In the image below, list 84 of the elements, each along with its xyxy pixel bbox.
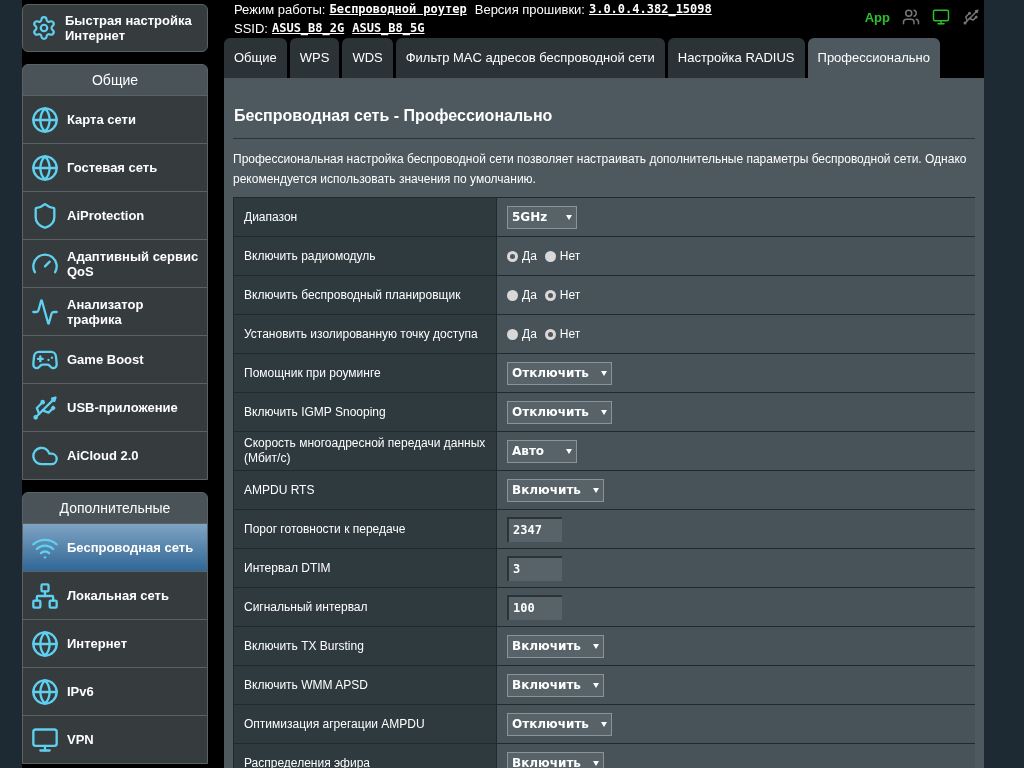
input-field[interactable]: 2347 xyxy=(507,516,562,542)
globe-icon xyxy=(31,153,59,182)
tab[interactable]: Профессионально xyxy=(807,38,940,78)
caret-icon xyxy=(592,487,599,493)
radio-option[interactable]: Да xyxy=(507,286,537,304)
users-icon[interactable] xyxy=(902,8,920,26)
tab[interactable]: WDS xyxy=(342,38,393,78)
setting-label: Скорость многоадресной передачи данных (Мбит/с) xyxy=(244,436,486,466)
setting-label: Включить TX Bursting xyxy=(244,638,364,654)
mode-link[interactable]: Беспроводной роутер xyxy=(329,0,467,19)
sidebar-item[interactable]: AiCloud 2.0 xyxy=(23,431,207,479)
sidebar-item[interactable]: Гостевая сеть xyxy=(23,143,207,191)
usb-icon[interactable] xyxy=(962,8,980,26)
caret-icon xyxy=(600,721,607,727)
radio-option[interactable]: Да xyxy=(507,247,537,265)
caret-icon xyxy=(600,370,607,376)
tab[interactable]: WPS xyxy=(289,38,340,78)
sidebar-item[interactable]: VPN xyxy=(23,715,207,763)
group-title: Дополнительные xyxy=(59,498,171,518)
network-port-icon xyxy=(31,581,59,610)
monitor-icon[interactable] xyxy=(932,8,950,26)
usb-icon xyxy=(31,393,59,422)
sidebar-item[interactable]: IPv6 xyxy=(23,667,207,715)
ssid-link[interactable]: ASUS_B8_2G xyxy=(271,19,345,38)
sidebar-item[interactable]: AiProtection xyxy=(23,191,207,239)
sidebar-item[interactable]: Локальная сеть xyxy=(23,571,207,619)
dropdown[interactable]: Отключить xyxy=(507,400,612,424)
radio-option[interactable]: Нет xyxy=(544,286,581,304)
dropdown[interactable]: Отключить xyxy=(507,361,612,385)
monitor-icon xyxy=(31,725,59,754)
globe-icon xyxy=(31,677,59,706)
setting-label: AMPDU RTS xyxy=(244,482,315,498)
caret-icon xyxy=(566,448,572,454)
mode-label: Режим работы: xyxy=(234,1,326,19)
sidebar-item[interactable]: Адаптивный сервис QoS xyxy=(23,239,207,287)
radio-option[interactable]: Нет xyxy=(544,325,581,343)
setting-label: Сигнальный интервал xyxy=(244,599,368,615)
setting-label: Диапазон xyxy=(244,209,298,225)
setting-label: Установить изолированную точку доступа xyxy=(244,326,478,342)
dropdown[interactable]: Включить xyxy=(507,673,604,697)
setting-label: Включить IGMP Snooping xyxy=(244,404,386,420)
sidebar-item[interactable]: Беспроводная сеть xyxy=(23,523,207,571)
setting-label: Включить WMM APSD xyxy=(244,677,368,693)
setting-label: Включить беспроводный планировщик xyxy=(244,287,461,303)
caret-icon xyxy=(592,643,599,649)
dropdown[interactable]: Включить xyxy=(507,634,604,658)
setting-label: Оптимизация агрегации AMPDU xyxy=(244,716,425,732)
gear-icon xyxy=(31,15,57,41)
radio-option[interactable]: Да xyxy=(507,325,537,343)
sidebar-item[interactable]: Карта сети xyxy=(23,95,207,143)
sidebar-item[interactable]: Game Boost xyxy=(23,335,207,383)
description: Профессиональная настройка беспроводной сети позволяет настраивать дополнительные параметры беспроводной сети. Однако рекомендуется использовать значения по умолчанию. xyxy=(233,151,968,188)
sidebar-item[interactable]: USB-приложение xyxy=(23,383,207,431)
caret-icon xyxy=(600,409,607,415)
setting-label: Порог готовности к передаче xyxy=(244,521,406,537)
caret-icon xyxy=(566,214,572,220)
sidebar-item[interactable]: Интернет xyxy=(23,619,207,667)
input-field[interactable]: 3 xyxy=(507,555,562,581)
group-title: Общие xyxy=(91,70,138,90)
globe-icon xyxy=(31,629,59,658)
caret-icon xyxy=(592,682,599,688)
dropdown[interactable]: Включить xyxy=(507,751,604,768)
radio-option[interactable]: Нет xyxy=(544,247,581,265)
caret-icon xyxy=(592,760,599,766)
setting-label: Включить радиомодуль xyxy=(244,248,376,264)
pulse-icon xyxy=(31,297,59,326)
quick-setup-button[interactable]: Быстрая настройка Интернет xyxy=(22,4,208,52)
setting-label: Интервал DTIM xyxy=(244,560,331,576)
dropdown[interactable]: Отключить xyxy=(507,712,612,736)
tab[interactable]: Настройка RADIUS xyxy=(667,38,805,78)
ssid-link[interactable]: ASUS_B8_5G xyxy=(352,19,425,38)
tab[interactable]: Фильтр MAC адресов беспроводной сети xyxy=(395,38,665,78)
dropdown[interactable]: 5GHz xyxy=(507,205,577,229)
ssid-label: SSID: xyxy=(234,20,268,38)
app-link[interactable]: App xyxy=(864,8,890,28)
tab[interactable]: Общие xyxy=(224,38,287,78)
dropdown[interactable]: Авто xyxy=(507,439,577,463)
setting-label: Помощник при роуминге xyxy=(244,365,381,381)
input-field[interactable]: 100 xyxy=(507,594,562,620)
sidebar-item[interactable]: Анализатор трафика xyxy=(23,287,207,335)
firmware-link[interactable]: 3.0.0.4.382_15098 xyxy=(588,0,712,19)
dropdown[interactable]: Включить xyxy=(507,478,604,502)
firmware-label: Версия прошивки: xyxy=(474,1,585,19)
page-title: Беспроводная сеть - Профессионально xyxy=(233,104,975,139)
